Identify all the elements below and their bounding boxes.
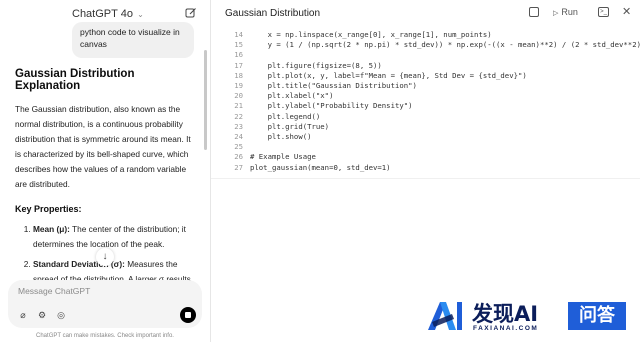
line-number: 26 [234, 152, 243, 162]
composer-placeholder: Message ChatGPT [18, 286, 91, 296]
code-text: # Example Usage [250, 152, 316, 162]
scrollbar[interactable] [204, 50, 207, 150]
line-number: 19 [234, 81, 243, 90]
line-number: 15 [234, 40, 243, 50]
list-item: Mean (μ): The center of the distribution… [33, 222, 193, 252]
watermark-sub-text: FAXIANAI.COM [473, 325, 539, 332]
line-number: 17 [234, 60, 243, 70]
code-text: x = np.linspace(x_range[0], x_range[1], … [250, 30, 492, 39]
code-text: y = (1 / (np.sqrt(2 * np.pi) * std_dev))… [250, 40, 640, 50]
assistant-response: Gaussian Distribution Explanation The Ga… [15, 68, 193, 307]
canvas-panel: Gaussian Distribution ▷ Run >_ ✕ 14 x = n… [211, 0, 640, 342]
close-icon[interactable]: ✕ [622, 5, 631, 18]
tools-icon[interactable]: ⚙ [37, 310, 47, 320]
chevron-down-icon: ⌄ [134, 10, 144, 19]
scroll-down-button[interactable]: ↓ [96, 248, 114, 266]
message-composer[interactable]: Message ChatGPT ⌀ ⚙ ◎ [8, 280, 202, 328]
model-label: ChatGPT 4o [72, 8, 133, 20]
line-number: 21 [234, 101, 243, 111]
code-text: plt.ylabel("Probability Density") [250, 101, 413, 111]
new-chat-icon[interactable] [185, 7, 197, 19]
divider [211, 178, 640, 179]
run-label: Run [561, 7, 578, 17]
property-term: Mean (μ): [33, 224, 70, 234]
model-selector[interactable]: ChatGPT 4o ⌄ [72, 8, 144, 20]
response-paragraph: The Gaussian distribution, also known as… [15, 104, 191, 189]
code-text: plt.plot(x, y, label=f"Mean = {mean}, St… [250, 70, 527, 80]
stop-button[interactable] [180, 307, 196, 323]
attach-icon[interactable]: ⌀ [18, 310, 28, 320]
run-button[interactable]: ▷ Run [553, 7, 578, 17]
code-text: plt.figure(figsize=(8, 5)) [250, 60, 382, 70]
canvas-title: Gaussian Distribution [225, 8, 321, 19]
code-text: plt.grid(True) [250, 121, 330, 131]
code-text: plt.title("Gaussian Distribution") [250, 81, 417, 90]
watermark-main-text: 发现AI [472, 302, 539, 326]
key-properties-heading: Key Properties: [15, 204, 82, 214]
faxianai-logo-icon [428, 302, 462, 330]
chat-panel: ChatGPT 4o ⌄ python code to visualize in… [0, 0, 211, 342]
code-text: plt.show() [250, 132, 312, 141]
play-icon: ▷ [553, 10, 559, 17]
code-text: plot_gaussian(mean=0, std_dev=1) [250, 162, 391, 172]
line-number: 22 [234, 111, 243, 121]
watermark-badge: 问答 [568, 302, 626, 330]
line-number: 14 [234, 30, 243, 39]
user-message-text: python code to visualize in canvas [80, 27, 180, 49]
line-number: 18 [234, 70, 243, 80]
code-text: plt.legend() [250, 111, 321, 121]
line-number: 16 [234, 50, 243, 60]
line-number: 27 [234, 162, 243, 172]
arrow-down-icon: ↓ [102, 251, 108, 262]
response-heading: Gaussian Distribution Explanation [15, 68, 135, 92]
user-message-bubble: python code to visualize in canvas [72, 22, 194, 58]
line-number: 24 [234, 132, 243, 141]
globe-icon[interactable]: ◎ [56, 310, 66, 320]
code-editor[interactable]: 14 x = np.linspace(x_range[0], x_range[1… [211, 26, 640, 176]
line-number: 23 [234, 121, 243, 131]
line-number: 20 [234, 91, 243, 101]
copy-icon[interactable] [529, 7, 539, 17]
watermark: 发现AI FAXIANAI.COM 问答 [426, 298, 636, 336]
disclaimer: ChatGPT can make mistakes. Check importa… [36, 333, 174, 339]
code-text: plt.xlabel("x") [250, 91, 334, 101]
line-number: 25 [234, 142, 243, 152]
terminal-icon[interactable]: >_ [598, 7, 609, 17]
